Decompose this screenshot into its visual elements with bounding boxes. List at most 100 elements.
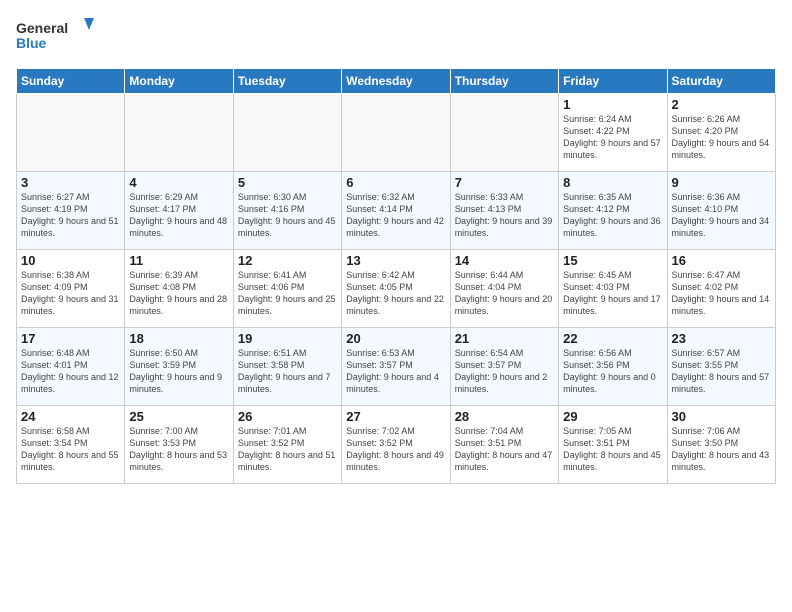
calendar-day-cell: 4Sunrise: 6:29 AMSunset: 4:17 PMDaylight… [125,172,233,250]
day-number: 18 [129,331,228,346]
calendar-day-cell: 2Sunrise: 6:26 AMSunset: 4:20 PMDaylight… [667,94,775,172]
calendar-day-cell: 15Sunrise: 6:45 AMSunset: 4:03 PMDayligh… [559,250,667,328]
weekday-header: Sunday [17,69,125,94]
day-info: Sunrise: 6:41 AMSunset: 4:06 PMDaylight:… [238,269,337,318]
day-number: 26 [238,409,337,424]
day-number: 6 [346,175,445,190]
day-info: Sunrise: 6:36 AMSunset: 4:10 PMDaylight:… [672,191,771,240]
calendar-day-cell: 24Sunrise: 6:58 AMSunset: 3:54 PMDayligh… [17,406,125,484]
day-number: 13 [346,253,445,268]
calendar-day-cell: 26Sunrise: 7:01 AMSunset: 3:52 PMDayligh… [233,406,341,484]
calendar-week-row: 1Sunrise: 6:24 AMSunset: 4:22 PMDaylight… [17,94,776,172]
weekday-header: Friday [559,69,667,94]
day-number: 4 [129,175,228,190]
calendar-day-cell: 12Sunrise: 6:41 AMSunset: 4:06 PMDayligh… [233,250,341,328]
calendar-day-cell: 20Sunrise: 6:53 AMSunset: 3:57 PMDayligh… [342,328,450,406]
day-number: 9 [672,175,771,190]
calendar-day-cell: 25Sunrise: 7:00 AMSunset: 3:53 PMDayligh… [125,406,233,484]
calendar-day-cell: 27Sunrise: 7:02 AMSunset: 3:52 PMDayligh… [342,406,450,484]
calendar-day-cell: 6Sunrise: 6:32 AMSunset: 4:14 PMDaylight… [342,172,450,250]
day-number: 21 [455,331,554,346]
day-info: Sunrise: 6:24 AMSunset: 4:22 PMDaylight:… [563,113,662,162]
day-number: 7 [455,175,554,190]
day-number: 12 [238,253,337,268]
day-info: Sunrise: 7:01 AMSunset: 3:52 PMDaylight:… [238,425,337,474]
calendar-day-cell: 28Sunrise: 7:04 AMSunset: 3:51 PMDayligh… [450,406,558,484]
day-info: Sunrise: 7:06 AMSunset: 3:50 PMDaylight:… [672,425,771,474]
day-number: 25 [129,409,228,424]
day-info: Sunrise: 6:39 AMSunset: 4:08 PMDaylight:… [129,269,228,318]
day-info: Sunrise: 6:56 AMSunset: 3:56 PMDaylight:… [563,347,662,396]
calendar-day-cell: 3Sunrise: 6:27 AMSunset: 4:19 PMDaylight… [17,172,125,250]
day-info: Sunrise: 6:57 AMSunset: 3:55 PMDaylight:… [672,347,771,396]
weekday-header: Thursday [450,69,558,94]
day-info: Sunrise: 7:05 AMSunset: 3:51 PMDaylight:… [563,425,662,474]
day-info: Sunrise: 6:53 AMSunset: 3:57 PMDaylight:… [346,347,445,396]
calendar-day-cell: 29Sunrise: 7:05 AMSunset: 3:51 PMDayligh… [559,406,667,484]
calendar-day-cell [125,94,233,172]
day-info: Sunrise: 7:02 AMSunset: 3:52 PMDaylight:… [346,425,445,474]
day-number: 5 [238,175,337,190]
day-number: 27 [346,409,445,424]
day-number: 29 [563,409,662,424]
day-info: Sunrise: 6:48 AMSunset: 4:01 PMDaylight:… [21,347,120,396]
weekday-header: Tuesday [233,69,341,94]
day-number: 3 [21,175,120,190]
calendar-day-cell: 8Sunrise: 6:35 AMSunset: 4:12 PMDaylight… [559,172,667,250]
calendar-week-row: 17Sunrise: 6:48 AMSunset: 4:01 PMDayligh… [17,328,776,406]
weekday-header: Monday [125,69,233,94]
calendar-day-cell: 18Sunrise: 6:50 AMSunset: 3:59 PMDayligh… [125,328,233,406]
day-number: 14 [455,253,554,268]
calendar-header-row: SundayMondayTuesdayWednesdayThursdayFrid… [17,69,776,94]
calendar-day-cell: 22Sunrise: 6:56 AMSunset: 3:56 PMDayligh… [559,328,667,406]
day-info: Sunrise: 6:32 AMSunset: 4:14 PMDaylight:… [346,191,445,240]
day-info: Sunrise: 7:00 AMSunset: 3:53 PMDaylight:… [129,425,228,474]
calendar-week-row: 3Sunrise: 6:27 AMSunset: 4:19 PMDaylight… [17,172,776,250]
day-number: 28 [455,409,554,424]
calendar-day-cell: 30Sunrise: 7:06 AMSunset: 3:50 PMDayligh… [667,406,775,484]
day-number: 1 [563,97,662,112]
calendar-week-row: 10Sunrise: 6:38 AMSunset: 4:09 PMDayligh… [17,250,776,328]
calendar-day-cell: 7Sunrise: 6:33 AMSunset: 4:13 PMDaylight… [450,172,558,250]
svg-text:Blue: Blue [16,35,47,51]
day-info: Sunrise: 6:54 AMSunset: 3:57 PMDaylight:… [455,347,554,396]
calendar-day-cell: 19Sunrise: 6:51 AMSunset: 3:58 PMDayligh… [233,328,341,406]
day-number: 11 [129,253,228,268]
page-container: General Blue SundayMondayTuesdayWednesda… [0,0,792,492]
day-info: Sunrise: 6:29 AMSunset: 4:17 PMDaylight:… [129,191,228,240]
day-number: 24 [21,409,120,424]
day-info: Sunrise: 6:35 AMSunset: 4:12 PMDaylight:… [563,191,662,240]
day-info: Sunrise: 6:44 AMSunset: 4:04 PMDaylight:… [455,269,554,318]
calendar-day-cell: 23Sunrise: 6:57 AMSunset: 3:55 PMDayligh… [667,328,775,406]
calendar-day-cell: 17Sunrise: 6:48 AMSunset: 4:01 PMDayligh… [17,328,125,406]
calendar-day-cell: 16Sunrise: 6:47 AMSunset: 4:02 PMDayligh… [667,250,775,328]
logo: General Blue [16,16,96,56]
day-number: 17 [21,331,120,346]
day-info: Sunrise: 6:58 AMSunset: 3:54 PMDaylight:… [21,425,120,474]
day-number: 22 [563,331,662,346]
calendar-day-cell: 9Sunrise: 6:36 AMSunset: 4:10 PMDaylight… [667,172,775,250]
header: General Blue [16,16,776,56]
day-info: Sunrise: 6:51 AMSunset: 3:58 PMDaylight:… [238,347,337,396]
calendar-day-cell: 14Sunrise: 6:44 AMSunset: 4:04 PMDayligh… [450,250,558,328]
svg-text:General: General [16,20,68,36]
day-info: Sunrise: 6:47 AMSunset: 4:02 PMDaylight:… [672,269,771,318]
day-info: Sunrise: 6:45 AMSunset: 4:03 PMDaylight:… [563,269,662,318]
calendar-day-cell [17,94,125,172]
calendar-day-cell: 1Sunrise: 6:24 AMSunset: 4:22 PMDaylight… [559,94,667,172]
calendar-day-cell: 5Sunrise: 6:30 AMSunset: 4:16 PMDaylight… [233,172,341,250]
calendar-day-cell: 11Sunrise: 6:39 AMSunset: 4:08 PMDayligh… [125,250,233,328]
calendar-day-cell [342,94,450,172]
day-info: Sunrise: 6:30 AMSunset: 4:16 PMDaylight:… [238,191,337,240]
day-info: Sunrise: 6:42 AMSunset: 4:05 PMDaylight:… [346,269,445,318]
day-info: Sunrise: 6:50 AMSunset: 3:59 PMDaylight:… [129,347,228,396]
day-number: 16 [672,253,771,268]
calendar-day-cell: 21Sunrise: 6:54 AMSunset: 3:57 PMDayligh… [450,328,558,406]
weekday-header: Saturday [667,69,775,94]
day-info: Sunrise: 7:04 AMSunset: 3:51 PMDaylight:… [455,425,554,474]
day-number: 19 [238,331,337,346]
day-number: 30 [672,409,771,424]
day-info: Sunrise: 6:26 AMSunset: 4:20 PMDaylight:… [672,113,771,162]
day-number: 23 [672,331,771,346]
calendar-day-cell [233,94,341,172]
